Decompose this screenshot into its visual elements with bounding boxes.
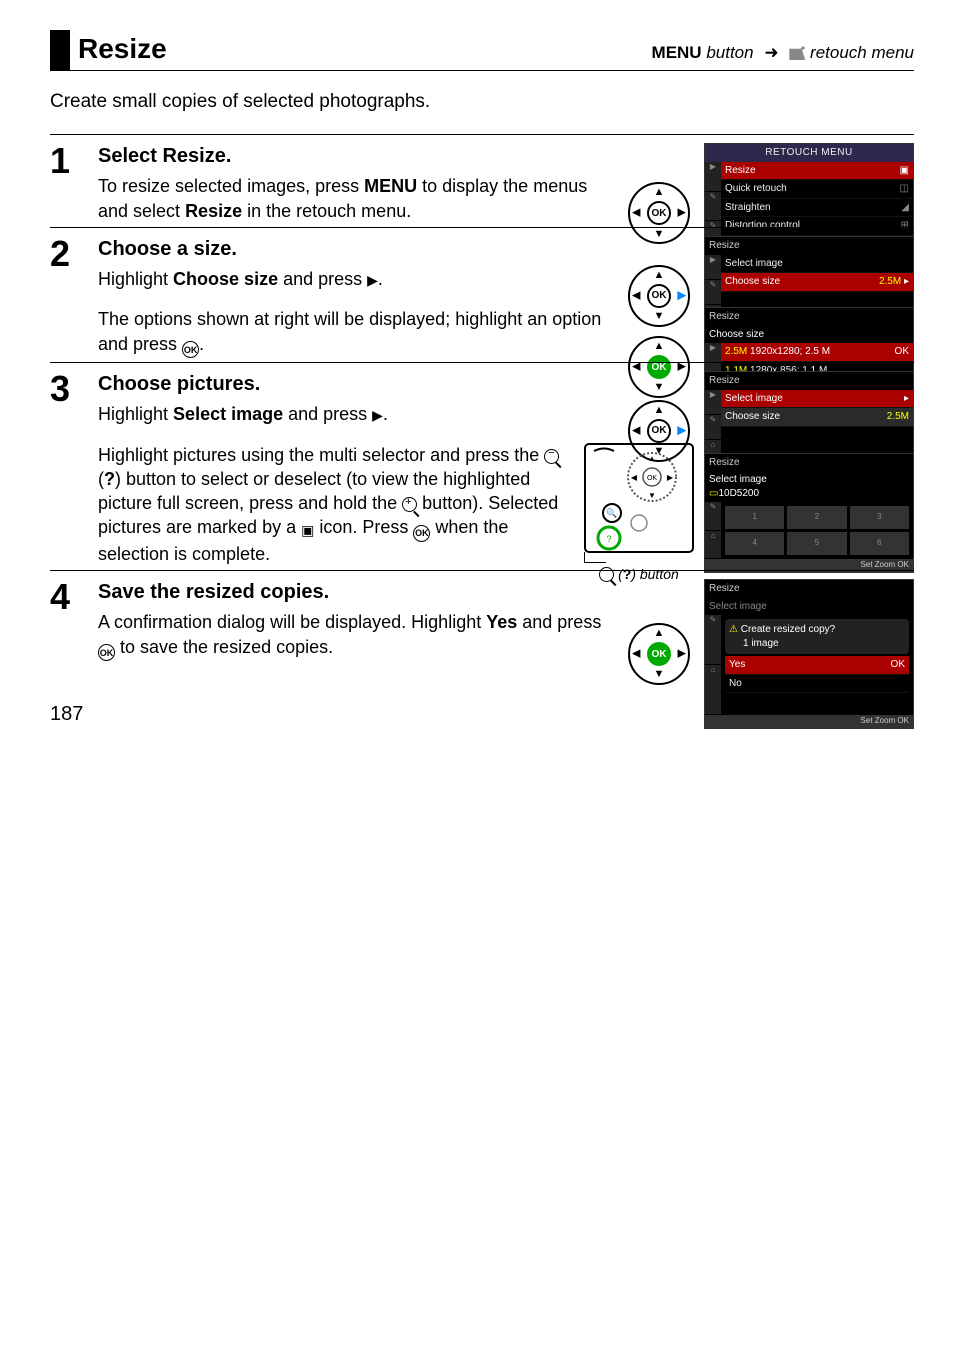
camera-back-diagram: OK ▲ ▼ ◀ ▶ 🔍 ? (?) button [584, 443, 694, 584]
ok-circle-icon: OK [413, 525, 430, 542]
svg-text:?: ? [606, 534, 611, 544]
step-1: 1 Select Resize. To resize selected imag… [50, 134, 914, 223]
step-2: 2 Choose a size. Highlight Choose size a… [50, 227, 914, 358]
choose-size-row: Choose size2.5M ▸ [721, 273, 913, 292]
select-image-row: Select image▸ [721, 390, 913, 409]
menu-label: MENU [652, 43, 702, 62]
step-3: 3 Choose pictures. Highlight Select imag… [50, 362, 914, 566]
resize-mark-icon: ▣ [301, 521, 314, 540]
section-title: Resize [78, 30, 167, 68]
svg-text:▶: ▶ [667, 473, 674, 482]
screen-header: RETOUCH MENU [705, 144, 913, 162]
step-4-heading: Save the resized copies. [98, 579, 614, 606]
retouch-icon [789, 46, 805, 60]
confirm-yes: YesOK [725, 656, 909, 675]
step-3-text: Highlight Select image and press ▶. [98, 402, 614, 426]
zoom-out-icon [544, 449, 559, 464]
camera-screen-thumbnails: Resize Select image▭10D5200 ✎⌂ 123456 Se… [704, 453, 914, 573]
button-label: button [706, 43, 753, 62]
ok-icon: OK [647, 419, 671, 443]
step-4-figure: ▲▼◀▶ OK Resize Select image ✎⌂ ⚠ Create … [624, 579, 914, 729]
ok-circle-icon: OK [182, 341, 199, 358]
right-arrow-highlight: ▶ [678, 424, 686, 439]
section-header: Resize MENU button ➜ retouch menu [50, 30, 914, 71]
intro-text: Create small copies of selected photogra… [50, 89, 914, 115]
step-3-sub-figure: OK ▲ ▼ ◀ ▶ 🔍 ? (?) button Resize Sel [584, 443, 914, 584]
size-option-0: 2.5M 1920x1280; 2.5 MOK [721, 343, 913, 362]
step-2-sub: The options shown at right will be displ… [50, 307, 914, 358]
step-2-number: 2 [50, 236, 88, 291]
step-1-number: 1 [50, 143, 88, 223]
ok-icon: OK [647, 201, 671, 225]
svg-text:🔍: 🔍 [606, 507, 617, 518]
right-triangle-icon: ▶ [367, 272, 378, 288]
ok-icon: OK [647, 284, 671, 308]
step-4-text: A confirmation dialog will be displayed.… [98, 610, 614, 661]
svg-text:▼: ▼ [648, 491, 656, 500]
right-arrow-highlight: ▶ [678, 289, 686, 304]
camera-screen-confirm: Resize Select image ✎⌂ ⚠ Create resized … [704, 579, 914, 729]
step-1-heading: Select Resize. [98, 143, 614, 170]
multi-selector-diagram: ▲▼◀▶ OK [624, 614, 694, 694]
ok-circle-icon: OK [98, 644, 115, 661]
step-4-number: 4 [50, 579, 88, 661]
retouch-menu-label: retouch menu [810, 43, 914, 62]
menu-item-resize: Resize▣ [721, 162, 913, 181]
step-1-text: To resize selected images, press MENU to… [98, 174, 614, 223]
arrow-icon: ➜ [758, 43, 784, 62]
step-2-text: Highlight Choose size and press ▶. [98, 267, 614, 291]
svg-text:OK: OK [647, 475, 657, 482]
ok-icon-highlight: OK [647, 642, 671, 666]
right-triangle-icon: ▶ [372, 407, 383, 423]
svg-text:◀: ◀ [631, 473, 638, 482]
step-3-sub: Highlight pictures using the multi selec… [50, 443, 914, 567]
step-4: 4 Save the resized copies. A confirmatio… [50, 570, 914, 661]
step-3-heading: Choose pictures. [98, 371, 614, 398]
thumbnail-grid: 123456 [721, 502, 913, 559]
step-3-number: 3 [50, 371, 88, 426]
step-2-heading: Choose a size. [98, 236, 614, 263]
breadcrumb: MENU button ➜ retouch menu [652, 42, 914, 65]
zoom-in-icon [402, 497, 417, 512]
svg-text:▲: ▲ [648, 454, 656, 463]
